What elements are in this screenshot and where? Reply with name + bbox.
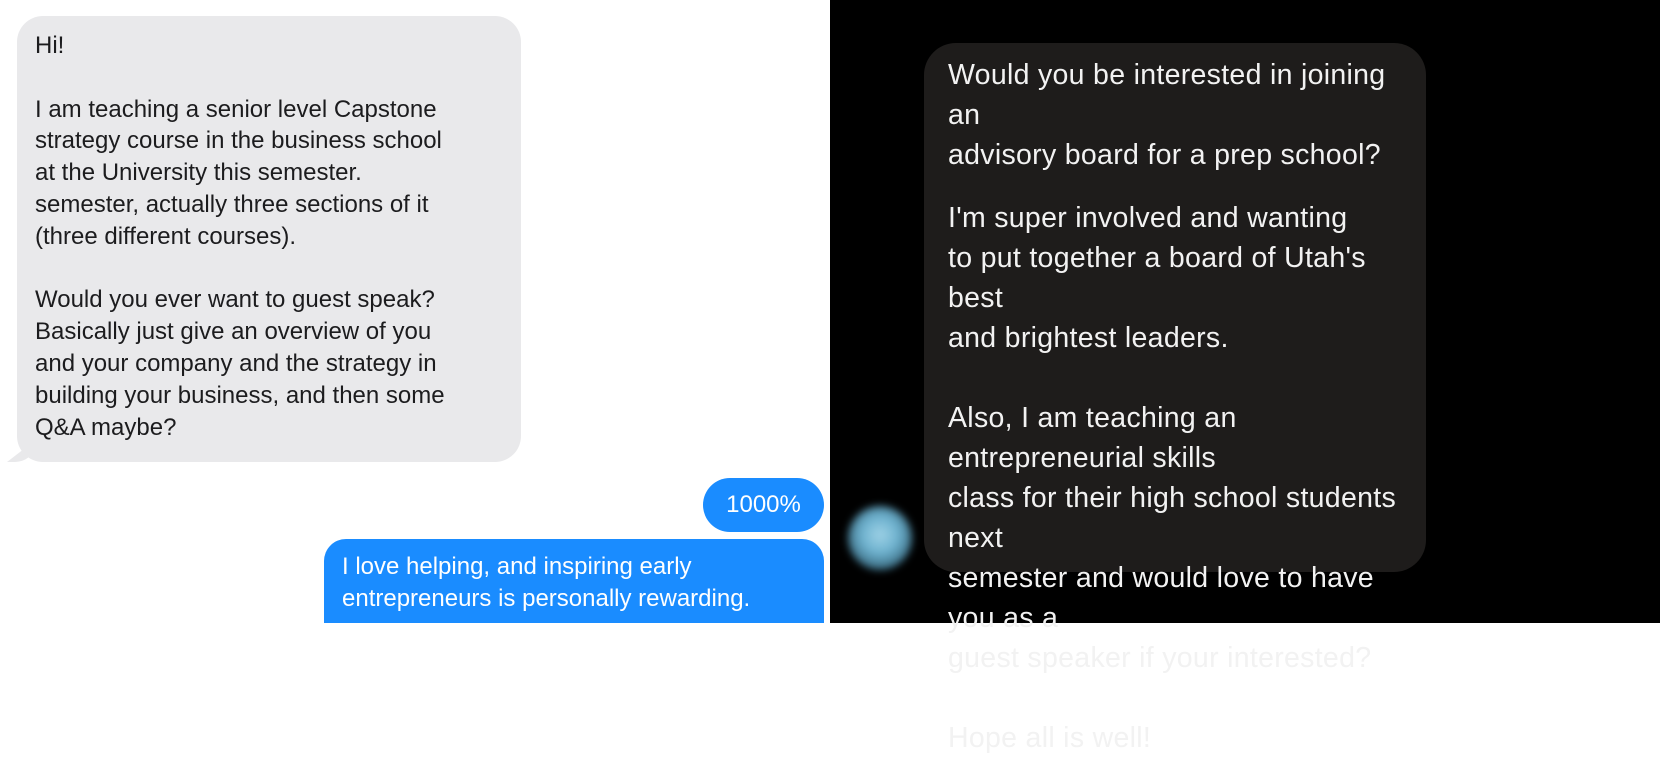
received-message-bubble[interactable]: Would you be interested in joining an ad…: [924, 43, 1426, 754]
received-message-bubble[interactable]: Hi! I am teaching a senior level Capston…: [7, 16, 521, 462]
message-paragraph: Hope all is well!: [948, 722, 1152, 754]
imessage-conversation: Hi! I am teaching a senior level Capston…: [0, 0, 830, 623]
sender-avatar[interactable]: [848, 506, 912, 570]
message-paragraph: I'm super involved and wanting to put to…: [948, 202, 1366, 354]
message-paragraph: I am teaching a senior level Capstone st…: [35, 95, 442, 250]
bubble-tail: [7, 442, 33, 462]
message-greeting: Hi!: [35, 32, 65, 59]
message-paragraph: Also, I am teaching an entrepreneurial s…: [948, 402, 1397, 674]
message-paragraph: Would you be interested in joining an ad…: [948, 59, 1386, 171]
sent-message-bubble[interactable]: I love helping, and inspiring early entr…: [324, 539, 824, 623]
sent-message-bubble[interactable]: 1000%: [703, 478, 824, 532]
instagram-dm-conversation: Would you be interested in joining an ad…: [830, 0, 1660, 754]
message-paragraph: Would you ever want to guest speak? Basi…: [35, 286, 445, 441]
